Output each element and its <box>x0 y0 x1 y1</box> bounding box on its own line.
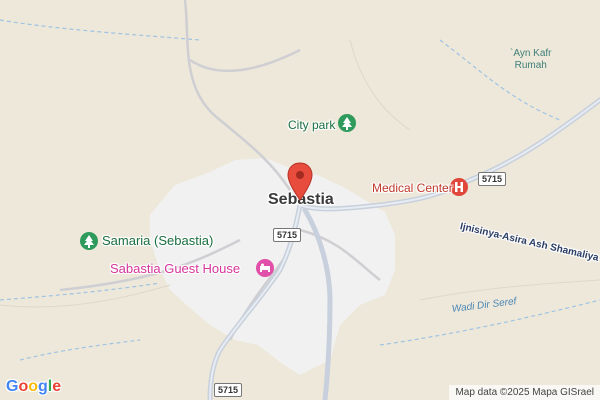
bed-icon[interactable] <box>256 259 274 277</box>
village-label[interactable]: `Ayn Kafr Rumah <box>510 48 552 72</box>
tree-icon[interactable] <box>338 114 356 132</box>
google-logo-letter: o <box>18 378 29 395</box>
google-logo: Google <box>6 378 61 396</box>
guest-house-label[interactable]: Sabastia Guest House <box>110 262 240 275</box>
route-shield: 5715 <box>478 172 507 186</box>
route-shield: 5715 <box>273 228 302 242</box>
map-canvas[interactable]: City park Samaria (Sebastia) Sabastia Gu… <box>0 0 600 400</box>
google-logo-letter: G <box>6 378 19 395</box>
samaria-label[interactable]: Samaria (Sebastia) <box>102 234 213 247</box>
route-shield: 5715 <box>214 383 243 397</box>
location-pin-icon[interactable] <box>286 162 314 202</box>
google-logo-letter: g <box>38 378 48 395</box>
google-logo-letter: o <box>28 378 39 395</box>
google-logo-letter: e <box>52 378 62 395</box>
city-park-label[interactable]: City park <box>288 119 335 131</box>
map-attribution[interactable]: Map data ©2025 Mapa GISrael <box>449 385 600 400</box>
tree-icon[interactable] <box>80 232 98 250</box>
medical-center-label[interactable]: Medical Center <box>372 182 453 194</box>
